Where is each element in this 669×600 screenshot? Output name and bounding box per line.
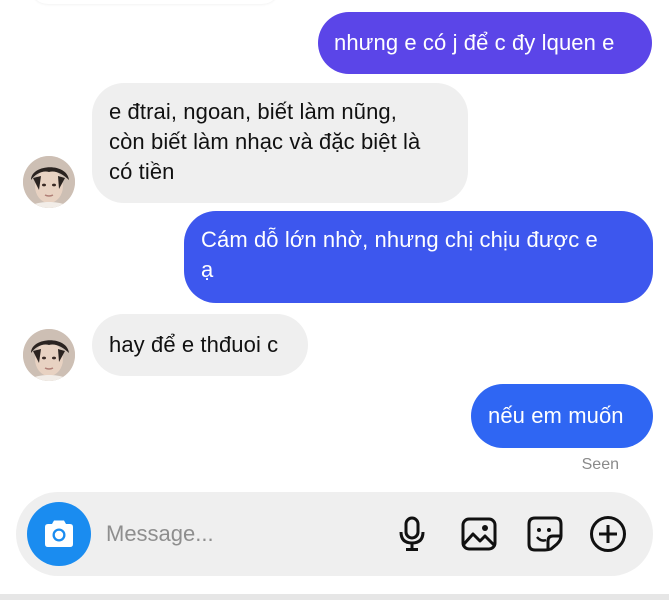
contact-avatar[interactable] bbox=[23, 329, 75, 381]
gallery-button[interactable] bbox=[459, 514, 499, 554]
camera-icon bbox=[45, 520, 73, 547]
microphone-icon bbox=[399, 516, 425, 551]
message-line: ạ bbox=[201, 257, 214, 282]
message-text: nếu em muốn bbox=[488, 403, 624, 428]
message-input[interactable] bbox=[106, 514, 366, 554]
message-text: hay để e thđuoi c bbox=[109, 332, 279, 357]
sticker-icon bbox=[527, 516, 563, 552]
plus-icon bbox=[590, 516, 626, 552]
outgoing-message[interactable]: nhưng e có j để c đy lquen e bbox=[318, 12, 652, 74]
outgoing-message[interactable]: Cám dỗ lớn nhờ, nhưng chị chịu được e ạ bbox=[184, 211, 653, 303]
message-composer bbox=[16, 492, 653, 576]
camera-button[interactable] bbox=[27, 502, 91, 566]
avatar-image bbox=[23, 329, 75, 381]
avatar-image bbox=[23, 156, 75, 208]
sticker-button[interactable] bbox=[525, 514, 565, 554]
voice-button[interactable] bbox=[392, 514, 432, 554]
message-line: có tiền bbox=[109, 159, 175, 184]
incoming-message[interactable]: e đtrai, ngoan, biết làm nũng, còn biết … bbox=[92, 83, 468, 203]
message-line: e đtrai, ngoan, biết làm nũng, bbox=[109, 99, 397, 124]
chat-thread: nhưng e có j để c đy lquen e e đtrai, ng… bbox=[0, 0, 669, 600]
incoming-message[interactable]: hay để e thđuoi c bbox=[92, 314, 308, 376]
previous-bubble-edge bbox=[30, 0, 280, 4]
message-line: Cám dỗ lớn nhờ, nhưng chị chịu được e bbox=[201, 227, 598, 252]
image-icon bbox=[461, 517, 497, 551]
navigation-bar-edge bbox=[0, 594, 669, 600]
seen-status: Seen bbox=[581, 456, 619, 473]
contact-avatar[interactable] bbox=[23, 156, 75, 208]
message-text: nhưng e có j để c đy lquen e bbox=[334, 30, 615, 55]
outgoing-message[interactable]: nếu em muốn bbox=[471, 384, 653, 448]
more-button[interactable] bbox=[588, 514, 628, 554]
message-line: còn biết làm nhạc và đặc biệt là bbox=[109, 129, 421, 154]
